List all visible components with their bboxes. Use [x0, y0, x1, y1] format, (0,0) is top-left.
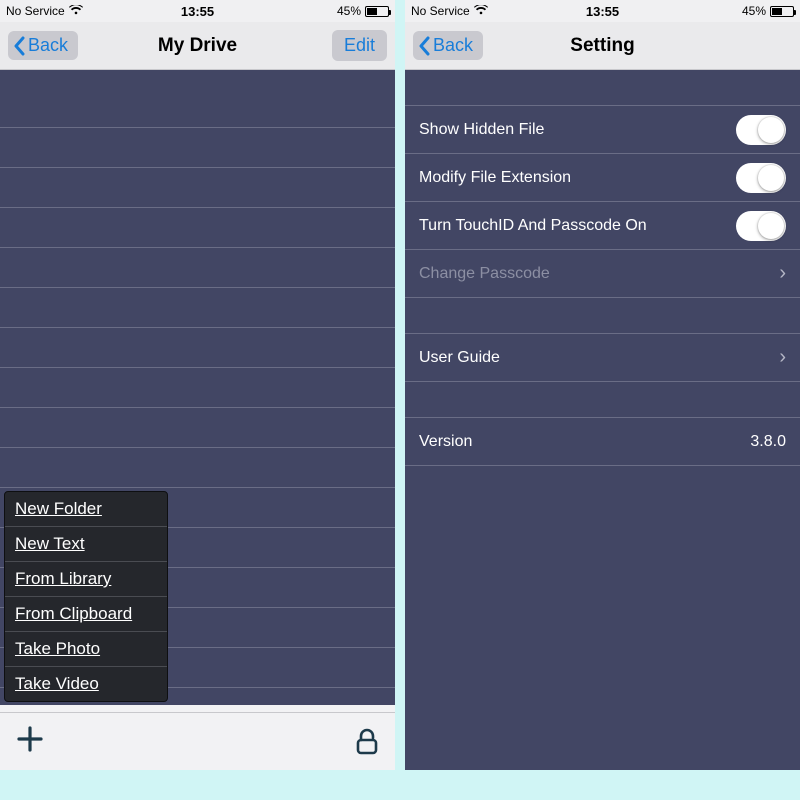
row-label: Modify File Extension: [419, 169, 571, 187]
back-button[interactable]: Back: [413, 31, 483, 60]
status-time: 13:55: [586, 4, 619, 19]
row-label: Change Passcode: [419, 265, 550, 283]
back-label: Back: [433, 35, 473, 56]
settings-list: Show Hidden File Modify File Extension T…: [405, 70, 800, 770]
toggle-touchid[interactable]: [736, 211, 786, 241]
back-label: Back: [28, 35, 68, 56]
carrier-text: No Service: [6, 4, 65, 18]
chevron-right-icon: ›: [779, 346, 786, 369]
edit-button[interactable]: Edit: [332, 30, 387, 61]
list-row[interactable]: [0, 70, 395, 128]
menu-item-from-clipboard[interactable]: From Clipboard: [5, 597, 167, 632]
status-bar: No Service 13:55 45%: [405, 0, 800, 22]
status-time: 13:55: [181, 4, 214, 19]
row-change-passcode[interactable]: Change Passcode ›: [405, 250, 800, 298]
row-version: Version 3.8.0: [405, 418, 800, 466]
menu-item-take-video[interactable]: Take Video: [5, 667, 167, 701]
battery-pct: 45%: [337, 4, 361, 18]
phone-screen-settings: No Service 13:55 45% Back Setting Show H…: [405, 0, 800, 770]
battery-icon: [770, 6, 794, 17]
row-show-hidden-file[interactable]: Show Hidden File: [405, 106, 800, 154]
toggle-show-hidden[interactable]: [736, 115, 786, 145]
list-row[interactable]: [0, 208, 395, 248]
list-row[interactable]: [0, 368, 395, 408]
list-row[interactable]: [0, 248, 395, 288]
wifi-icon: [69, 4, 83, 18]
list-row[interactable]: [0, 168, 395, 208]
row-user-guide[interactable]: User Guide ›: [405, 334, 800, 382]
list-row[interactable]: [0, 288, 395, 328]
row-touchid-passcode[interactable]: Turn TouchID And Passcode On: [405, 202, 800, 250]
list-row[interactable]: [0, 448, 395, 488]
row-label: Show Hidden File: [419, 121, 544, 139]
row-modify-file-extension[interactable]: Modify File Extension: [405, 154, 800, 202]
edit-label: Edit: [344, 35, 375, 55]
section-gap: [405, 70, 800, 106]
version-value: 3.8.0: [750, 433, 786, 451]
back-button[interactable]: Back: [8, 31, 78, 60]
section-gap: [405, 298, 800, 334]
row-label: User Guide: [419, 349, 500, 367]
lock-button[interactable]: [355, 728, 379, 756]
status-bar: No Service 13:55 45%: [0, 0, 395, 22]
carrier-text: No Service: [411, 4, 470, 18]
menu-item-take-photo[interactable]: Take Photo: [5, 632, 167, 667]
nav-bar: Back Setting: [405, 22, 800, 70]
list-row[interactable]: [0, 408, 395, 448]
menu-item-new-folder[interactable]: New Folder: [5, 492, 167, 527]
wifi-icon: [474, 4, 488, 18]
nav-bar: Back My Drive Edit: [0, 22, 395, 70]
chevron-right-icon: ›: [779, 262, 786, 285]
row-label: Version: [419, 433, 472, 451]
page-title: My Drive: [158, 35, 237, 57]
battery-icon: [365, 6, 389, 17]
list-row[interactable]: [0, 328, 395, 368]
menu-item-from-library[interactable]: From Library: [5, 562, 167, 597]
menu-item-new-text[interactable]: New Text: [5, 527, 167, 562]
phone-screen-drive: No Service 13:55 45% Back My Drive Edit: [0, 0, 395, 770]
add-menu-popup: New Folder New Text From Library From Cl…: [4, 491, 168, 702]
toggle-modify-ext[interactable]: [736, 163, 786, 193]
row-label: Turn TouchID And Passcode On: [419, 217, 647, 235]
page-title: Setting: [570, 35, 634, 57]
bottom-toolbar: [0, 712, 395, 770]
add-button[interactable]: [16, 725, 44, 759]
section-gap: [405, 382, 800, 418]
battery-pct: 45%: [742, 4, 766, 18]
list-row[interactable]: [0, 128, 395, 168]
